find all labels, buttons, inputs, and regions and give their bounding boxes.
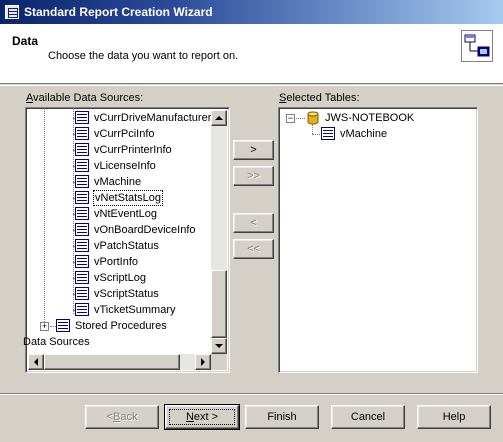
expand-toggle[interactable]: + xyxy=(40,322,49,331)
scroll-thumb-horizontal[interactable] xyxy=(44,354,180,370)
tree-item-label: vOnBoardDeviceInfo xyxy=(94,224,196,236)
tree-line xyxy=(44,108,45,328)
scroll-left-button[interactable] xyxy=(28,354,44,370)
cancel-button[interactable]: Cancel xyxy=(331,405,405,429)
table-icon xyxy=(75,191,89,204)
finish-button[interactable]: Finish xyxy=(245,405,319,429)
tree-item-label: vCurrDriveManufacturer xyxy=(94,112,212,124)
tree-item-label: vCurrPciInfo xyxy=(94,128,155,140)
tree-item-label: vMachine xyxy=(94,176,142,188)
collapse-toggle[interactable]: − xyxy=(286,114,295,123)
selected-tables-tree[interactable]: − JWS-NOTEBOOK vMachine xyxy=(278,107,478,373)
tree-item-label: vScriptLog xyxy=(94,272,146,284)
table-icon xyxy=(75,207,89,220)
table-icon xyxy=(75,287,89,300)
database-icon xyxy=(307,111,319,125)
title-bar[interactable]: Standard Report Creation Wizard xyxy=(0,0,503,24)
wizard-icon xyxy=(461,30,493,62)
scroll-up-button[interactable] xyxy=(211,110,227,126)
selected-tables-label: Selected Tables: xyxy=(279,92,360,104)
page-title: Data xyxy=(12,34,39,48)
tree-line xyxy=(312,134,320,135)
page-subtitle: Choose the data you want to report on. xyxy=(48,50,239,62)
help-button[interactable]: Help xyxy=(417,405,491,429)
scroll-down-button[interactable] xyxy=(211,338,227,354)
tree-item-label: vScriptStatus xyxy=(94,288,159,300)
header-divider xyxy=(0,85,503,86)
horizontal-scrollbar[interactable] xyxy=(28,354,211,370)
wizard-header: Data Choose the data you want to report … xyxy=(0,24,503,84)
footer-divider xyxy=(0,393,503,395)
tree-line xyxy=(73,108,74,314)
table-icon xyxy=(75,255,89,268)
scroll-right-button[interactable] xyxy=(195,354,211,370)
arrow-up-icon xyxy=(215,116,223,120)
available-sources-tree[interactable]: vCurrDriveManufacturer vCurrPciInfo vCurrP… xyxy=(23,107,230,373)
window-icon xyxy=(5,5,19,19)
tree-item-label: vCurrPrinterInfo xyxy=(94,144,172,156)
tree-item-label: vNtEventLog xyxy=(94,208,157,220)
add-button[interactable]: > xyxy=(233,140,274,160)
table-icon xyxy=(75,223,89,236)
tree-line xyxy=(296,118,305,119)
tree-line xyxy=(312,124,313,134)
table-icon xyxy=(75,239,89,252)
table-icon xyxy=(56,319,70,332)
add-all-button[interactable]: >> xyxy=(233,166,274,186)
scroll-thumb[interactable] xyxy=(211,270,227,338)
remove-all-button[interactable]: << xyxy=(233,239,274,259)
table-icon xyxy=(75,175,89,188)
table-icon xyxy=(75,159,89,172)
next-button[interactable]: Next > xyxy=(164,404,240,430)
table-icon xyxy=(75,127,89,140)
vertical-scrollbar[interactable] xyxy=(211,110,227,354)
table-icon xyxy=(75,143,89,156)
tree-item-label: vNetStatsLog xyxy=(93,190,164,206)
arrow-left-icon xyxy=(34,358,38,366)
tree-item-label: vPatchStatus xyxy=(94,240,159,252)
table-icon xyxy=(75,271,89,284)
window-title: Standard Report Creation Wizard xyxy=(24,5,213,19)
scroll-corner xyxy=(211,354,227,370)
tree-item-label: vLicenseInfo xyxy=(94,160,156,172)
arrow-down-icon xyxy=(215,344,223,348)
arrow-right-icon xyxy=(201,358,205,366)
tree-item-label: vPortInfo xyxy=(94,256,139,268)
table-icon xyxy=(321,127,335,140)
available-sources-label: Available Data Sources: xyxy=(26,92,144,104)
tree-item-label: vTicketSummary xyxy=(94,304,176,316)
table-icon xyxy=(75,303,89,316)
back-button[interactable]: < Back xyxy=(85,405,159,429)
remove-button[interactable]: < xyxy=(233,213,274,233)
table-icon xyxy=(75,111,89,124)
